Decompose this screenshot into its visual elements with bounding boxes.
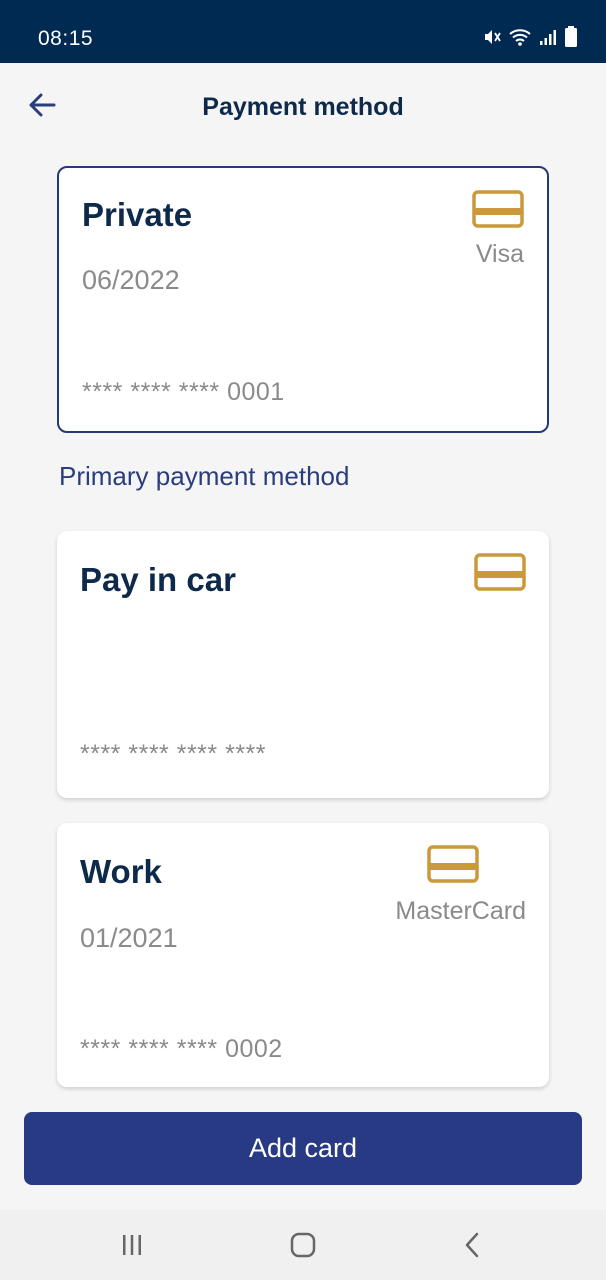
- page-title: Payment method: [202, 93, 404, 121]
- wifi-icon: [509, 29, 531, 46]
- payment-card-pay-in-car[interactable]: Pay in car **** **** **** ****: [57, 531, 549, 798]
- header: Payment method: [0, 63, 606, 153]
- status-bar: 08:15: [0, 0, 606, 63]
- card-number: **** **** **** 0002: [80, 1035, 283, 1063]
- home-button[interactable]: [283, 1228, 323, 1262]
- nav-back-icon: [465, 1232, 479, 1258]
- mute-icon: [485, 30, 501, 44]
- credit-card-icon: [474, 553, 526, 591]
- recent-apps-icon: [123, 1235, 141, 1255]
- card-number: **** **** **** ****: [80, 740, 267, 768]
- card-name: Work: [80, 853, 162, 890]
- system-nav-bar: [0, 1210, 606, 1280]
- recent-apps-button[interactable]: [112, 1228, 152, 1262]
- credit-card-icon: [472, 190, 524, 228]
- payment-card-private[interactable]: Private 06/2022 **** **** **** 0001 Visa: [57, 166, 549, 433]
- card-brand: Visa: [475, 240, 524, 268]
- card-expiry: 06/2022: [82, 265, 180, 295]
- home-icon: [290, 1232, 316, 1258]
- card-number: **** **** **** 0001: [82, 378, 285, 406]
- primary-payment-label: Primary payment method: [59, 461, 350, 491]
- card-name: Private: [82, 196, 193, 233]
- card-expiry: 01/2021: [80, 923, 178, 953]
- card-brand: MasterCard: [395, 897, 526, 925]
- battery-icon: [565, 26, 577, 47]
- nav-back-button[interactable]: [452, 1228, 492, 1262]
- card-name: Pay in car: [80, 561, 236, 598]
- status-time: 08:15: [38, 27, 94, 50]
- add-card-button[interactable]: Add card: [24, 1112, 582, 1185]
- status-icons: [482, 26, 578, 48]
- payment-card-work[interactable]: Work 01/2021 **** **** **** 0002 MasterC…: [57, 823, 549, 1087]
- signal-icon: [540, 30, 556, 45]
- credit-card-icon: [427, 845, 479, 883]
